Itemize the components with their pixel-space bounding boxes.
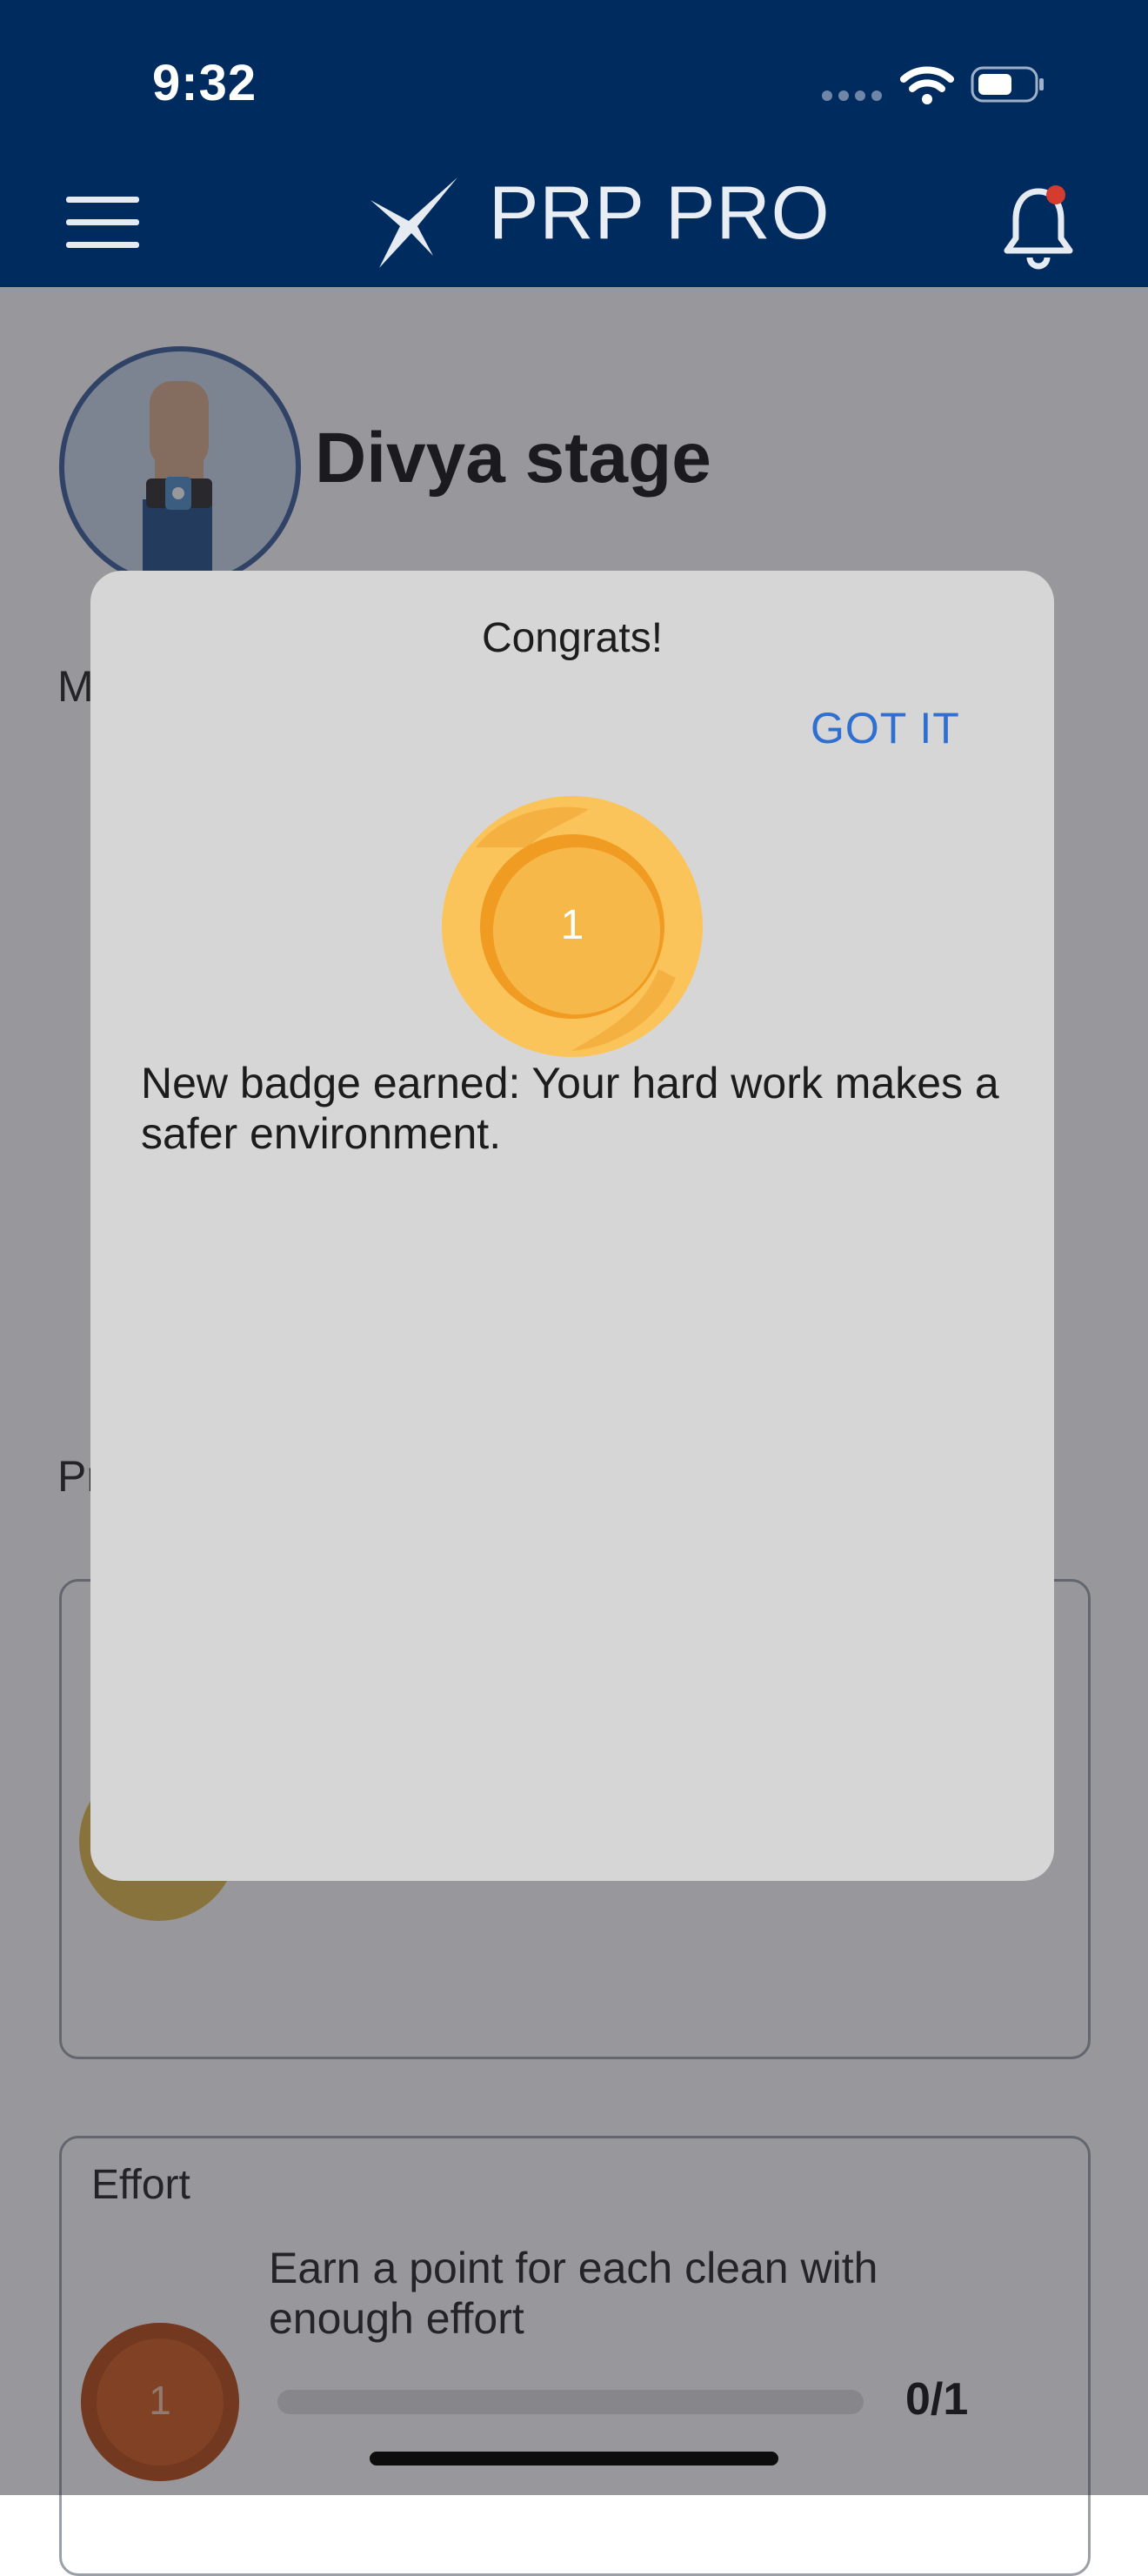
dialog-title: Congrats! bbox=[481, 615, 664, 661]
app-header: PRP PRO bbox=[0, 165, 1148, 287]
status-bar: 9:32 bbox=[0, 0, 1148, 165]
app-title: PRP PRO bbox=[489, 171, 831, 255]
badge-level: 1 bbox=[560, 902, 584, 948]
notification-bell-icon[interactable] bbox=[1000, 181, 1077, 271]
badge-earned-dialog: Congrats! GOT IT 1 New badge earned: You… bbox=[90, 571, 1054, 1881]
status-time: 9:32 bbox=[152, 55, 257, 111]
wifi-icon bbox=[900, 66, 954, 104]
home-indicator bbox=[370, 2452, 778, 2466]
cellular-signal-icon bbox=[822, 90, 883, 103]
hamburger-menu-icon[interactable] bbox=[66, 197, 139, 249]
got-it-button[interactable]: GOT IT bbox=[811, 703, 960, 753]
app-logo-icon bbox=[370, 177, 457, 268]
dialog-message: New badge earned: Your hard work makes a… bbox=[141, 1059, 999, 1158]
confetti-animation bbox=[90, 1241, 1054, 1881]
battery-icon bbox=[971, 66, 1044, 103]
